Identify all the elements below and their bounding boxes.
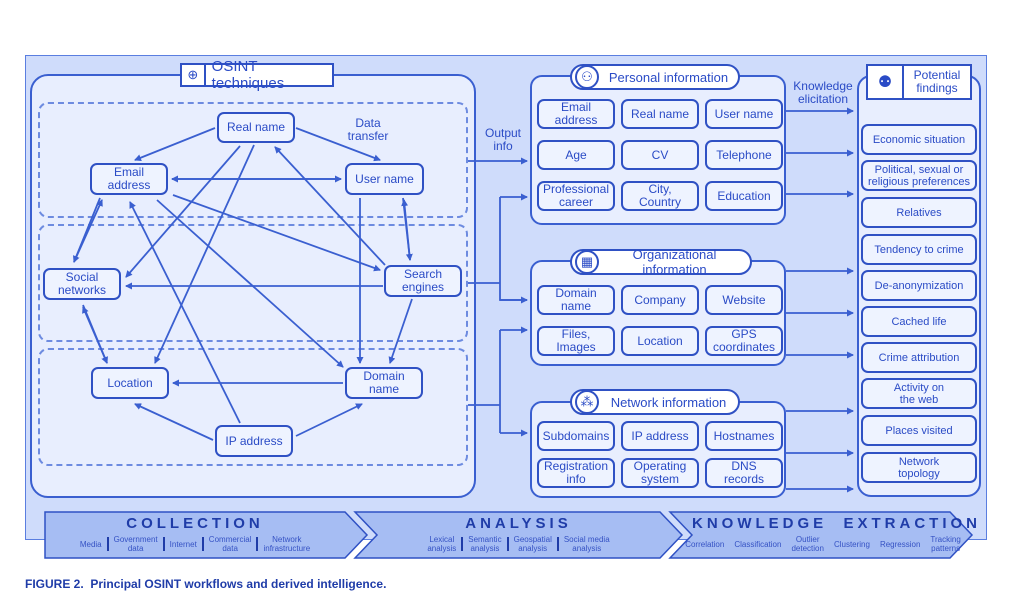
- finding-item[interactable]: Cached life: [861, 306, 977, 337]
- potential-findings-title: ⚉ Potential findings: [866, 64, 972, 100]
- group-focus-icon: ⚉: [868, 66, 904, 98]
- figure-caption-text: Principal OSINT workflows and derived in…: [90, 577, 387, 591]
- stage-item: Outlier detection: [791, 535, 824, 553]
- finding-item[interactable]: Places visited: [861, 415, 977, 446]
- stage-item: Semantic analysis: [468, 535, 502, 553]
- osint-techniques-title: ⊕ OSINT techniques: [180, 58, 334, 92]
- network-nodes-icon: ⁂: [575, 390, 599, 414]
- stage-item: Clustering: [833, 539, 870, 549]
- network-info-item[interactable]: IP address: [621, 421, 699, 451]
- figure-label: FIGURE 2.: [25, 577, 84, 591]
- network-info-item[interactable]: Hostnames: [705, 421, 783, 451]
- stage-item: Media: [79, 539, 102, 549]
- network-info-item[interactable]: DNS records: [705, 458, 783, 488]
- network-info-item[interactable]: Subdomains: [537, 421, 615, 451]
- network-information-title: ⁂ Network information: [570, 389, 740, 415]
- finding-item[interactable]: Network topology: [861, 452, 977, 483]
- stage-item: Tracking patterns: [930, 535, 961, 553]
- personal-info-item[interactable]: Email address: [537, 99, 615, 129]
- stage-title: ANALYSIS: [465, 515, 572, 532]
- organizational-info-item[interactable]: Website: [705, 285, 783, 315]
- globe-network-icon: ⊕: [182, 65, 206, 85]
- user-icon: ⚇: [575, 65, 599, 89]
- stage-item: Lexical analysis: [427, 535, 457, 553]
- organizational-info-item[interactable]: Domain name: [537, 285, 615, 315]
- stage-knowledge-extraction: KNOWLEDGE EXTRACTION Correlation Classifi…: [685, 512, 981, 558]
- node-domain-name[interactable]: Domain name: [345, 367, 423, 399]
- stage-item: Internet: [169, 539, 197, 549]
- personal-info-item[interactable]: City, Country: [621, 181, 699, 211]
- finding-item[interactable]: Activity on the web: [861, 378, 977, 409]
- stage-item: Social media analysis: [563, 535, 610, 553]
- data-transfer-label: Data transfer: [347, 116, 389, 143]
- network-information-label: Network information: [610, 394, 727, 410]
- osint-techniques-label: OSINT techniques: [211, 58, 285, 92]
- personal-info-item[interactable]: Education: [705, 181, 783, 211]
- finding-item[interactable]: Crime attribution: [861, 342, 977, 373]
- stage-item: Government data: [113, 535, 158, 553]
- node-user-name[interactable]: User name: [345, 163, 424, 195]
- organizational-info-item[interactable]: Location: [621, 326, 699, 356]
- organizational-information-title: ▦ Organizational information: [570, 247, 752, 277]
- node-email-address[interactable]: Email address: [90, 163, 168, 195]
- organizational-information-label: Organizational information: [632, 247, 717, 277]
- organizational-info-item[interactable]: Company: [621, 285, 699, 315]
- node-real-name[interactable]: Real name: [217, 112, 295, 143]
- personal-info-item[interactable]: Age: [537, 140, 615, 170]
- stage-item: Classification: [734, 539, 782, 549]
- stage-analysis: ANALYSIS Lexical analysis Semantic analys…: [377, 512, 660, 558]
- stage-item: Geospatial analysis: [513, 535, 552, 553]
- stage-title: KNOWLEDGE EXTRACTION: [692, 515, 981, 532]
- finding-item[interactable]: Relatives: [861, 197, 977, 228]
- personal-information-label: Personal information: [608, 69, 729, 85]
- node-ip-address[interactable]: IP address: [215, 425, 293, 457]
- stage-items: Media Government data Internet Commercial d…: [45, 535, 345, 553]
- personal-information-title: ⚇ Personal information: [570, 64, 740, 90]
- personal-info-item[interactable]: Professional career: [537, 181, 615, 211]
- stage-item: Regression: [879, 539, 921, 549]
- network-info-item[interactable]: Operating system: [621, 458, 699, 488]
- organizational-info-item[interactable]: Files, Images: [537, 326, 615, 356]
- network-info-item[interactable]: Registration info: [537, 458, 615, 488]
- finding-item[interactable]: Political, sexual or religious preferenc…: [861, 160, 977, 191]
- stage-collection: COLLECTION Media Government data Internet C…: [45, 512, 345, 558]
- stage-item: Correlation: [685, 539, 725, 549]
- node-search-engines[interactable]: Search engines: [384, 265, 462, 297]
- personal-info-item[interactable]: User name: [705, 99, 783, 129]
- personal-info-item[interactable]: Real name: [621, 99, 699, 129]
- figure-caption: FIGURE 2. Principal OSINT workflows and …: [25, 577, 386, 591]
- building-icon: ▦: [575, 250, 599, 274]
- potential-findings-label: Potential findings: [913, 68, 961, 95]
- organizational-info-item[interactable]: GPS coordinates: [705, 326, 783, 356]
- stage-item: Commercial data: [208, 535, 252, 553]
- personal-info-item[interactable]: CV: [621, 140, 699, 170]
- stage-items: Lexical analysis Semantic analysis Geospat…: [377, 535, 660, 553]
- knowledge-elicitation-label: Knowledge elicitation: [793, 79, 853, 106]
- output-info-label: Output info: [484, 126, 522, 153]
- finding-item[interactable]: Economic situation: [861, 124, 977, 155]
- node-location[interactable]: Location: [91, 367, 169, 399]
- personal-info-item[interactable]: Telephone: [705, 140, 783, 170]
- stage-items: Correlation Classification Outlier detecti…: [685, 535, 961, 553]
- finding-item[interactable]: Tendency to crime: [861, 234, 977, 265]
- node-social-networks[interactable]: Social networks: [43, 268, 121, 300]
- stage-title: COLLECTION: [126, 515, 264, 532]
- stage-item: Network infrastructure: [263, 535, 311, 553]
- finding-item[interactable]: De-anonymization: [861, 270, 977, 301]
